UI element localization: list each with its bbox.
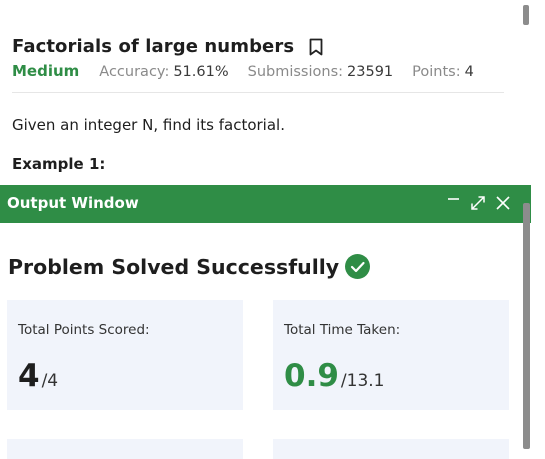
- problem-title: Factorials of large numbers: [12, 36, 295, 57]
- check-circle-icon: [345, 254, 371, 279]
- output-window-header: Output Window: [0, 185, 531, 223]
- expand-icon[interactable]: [469, 194, 487, 212]
- output-window-title: Output Window: [7, 194, 139, 212]
- result-status: Problem Solved Successfully: [8, 254, 371, 279]
- bookmark-icon[interactable]: [308, 38, 324, 56]
- points-scored-card: Total Points Scored: 4 /4: [7, 300, 243, 410]
- output-window: Output Window Problem Solved Successfull…: [0, 185, 531, 459]
- points-value: 4: [464, 64, 474, 80]
- points-scored-value: 4: [18, 358, 40, 394]
- problem-scrollbar[interactable]: [523, 5, 529, 25]
- example-heading: Example 1:: [12, 155, 106, 173]
- minimize-icon[interactable]: [445, 194, 463, 212]
- problem-description: Given an integer N, find its factorial.: [12, 116, 285, 134]
- problem-meta: Medium Accuracy: 51.61% Submissions: 235…: [12, 62, 474, 80]
- time-taken-card: Total Time Taken: 0.9 /13.1: [273, 300, 509, 410]
- divider: [12, 92, 504, 93]
- points-label: Points:: [412, 64, 461, 80]
- points-scored-total: /4: [41, 371, 59, 391]
- card-value: 0.9 /13.1: [284, 358, 385, 394]
- time-taken-total: /13.1: [340, 371, 385, 391]
- stats-card: [273, 439, 509, 459]
- problem-title-row: Factorials of large numbers: [12, 36, 324, 57]
- time-taken-value: 0.9: [284, 358, 339, 394]
- card-label: Total Points Scored:: [18, 322, 150, 338]
- submissions-label: Submissions:: [247, 64, 344, 80]
- card-label: Total Time Taken:: [284, 322, 401, 338]
- accuracy-value: 51.61%: [173, 64, 229, 80]
- card-value: 4 /4: [18, 358, 58, 394]
- difficulty-badge: Medium: [12, 62, 80, 80]
- output-scrollbar[interactable]: [523, 203, 530, 449]
- status-text: Problem Solved Successfully: [8, 254, 340, 279]
- submissions-value: 23591: [347, 64, 394, 80]
- stats-card: [7, 439, 243, 459]
- close-icon[interactable]: [494, 194, 512, 212]
- problem-panel: Factorials of large numbers Medium Accur…: [0, 0, 522, 185]
- accuracy-label: Accuracy:: [99, 64, 170, 80]
